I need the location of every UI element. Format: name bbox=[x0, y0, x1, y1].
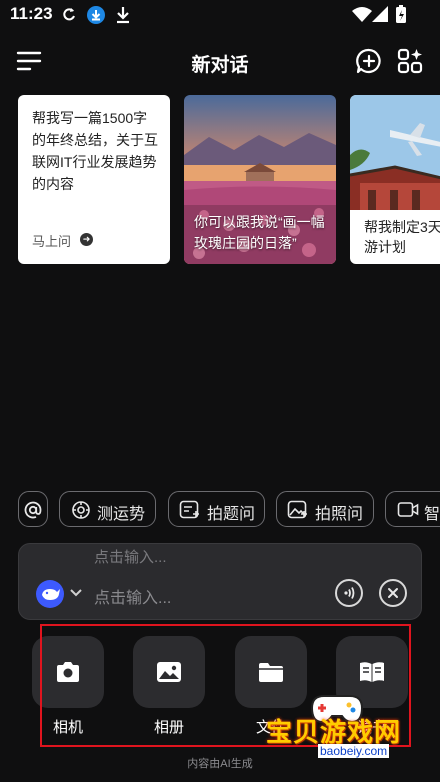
chip-label: 测运势 bbox=[97, 506, 146, 523]
status-time: 11:23 bbox=[10, 4, 53, 23]
apps-button[interactable] bbox=[396, 46, 426, 76]
at-sign-icon bbox=[24, 501, 42, 519]
image-ask-icon bbox=[287, 500, 307, 519]
chat-input-box[interactable]: 点击输入... 点击输入... bbox=[18, 543, 422, 620]
signal-icon bbox=[372, 6, 388, 22]
app-header: 新对话 bbox=[0, 40, 440, 84]
chip-label: 拍照问 bbox=[315, 506, 364, 523]
chip-smart[interactable]: 智 bbox=[385, 491, 440, 527]
chip-fortune[interactable]: 测运势 bbox=[59, 491, 156, 527]
whale-logo-icon bbox=[42, 589, 60, 600]
message-input[interactable]: 点击输入... bbox=[94, 584, 171, 608]
chip-photo-ask[interactable]: 拍照问 bbox=[276, 491, 374, 527]
suggestion-card-summary[interactable]: 帮我写一篇1500字的年终总结，关于互联网IT行业发展趋势的内容 马上问 ➜ bbox=[18, 95, 170, 264]
arrow-right-icon: ➜ bbox=[80, 233, 93, 246]
voice-wave-icon bbox=[344, 587, 355, 599]
close-tools-button[interactable] bbox=[379, 579, 407, 607]
fortune-icon bbox=[72, 501, 90, 519]
card-text: 帮我制定3天厦门旅游计划 bbox=[364, 219, 440, 255]
new-chat-button[interactable] bbox=[355, 46, 385, 76]
quick-action-bar: 测运势 拍题问 拍照问 智 bbox=[18, 491, 440, 527]
input-ghost-placeholder: 点击输入... bbox=[94, 549, 167, 566]
close-icon bbox=[388, 588, 398, 598]
mention-button[interactable] bbox=[18, 491, 48, 527]
chip-label: 拍题问 bbox=[207, 506, 256, 523]
download-app-icon bbox=[87, 6, 105, 24]
download-icon bbox=[117, 7, 129, 24]
suggestion-cards: 帮我写一篇1500字的年终总结，关于互联网IT行业发展趋势的内容 马上问 ➜ 你… bbox=[18, 95, 440, 265]
suggestion-card-rose-garden[interactable]: 你可以跟我说“画一幅玫瑰庄园的日落” bbox=[184, 95, 336, 264]
card-text: 你可以跟我说“画一幅玫瑰庄园的日落” bbox=[194, 214, 325, 251]
chevron-down-icon[interactable] bbox=[69, 588, 83, 598]
assistant-avatar[interactable] bbox=[36, 580, 64, 608]
scan-question-icon bbox=[179, 500, 199, 519]
battery-icon bbox=[396, 5, 406, 23]
voice-call-button[interactable] bbox=[335, 579, 363, 607]
apps-icon bbox=[397, 48, 423, 74]
chip-label: 智 bbox=[424, 506, 440, 523]
card-text: 帮我写一篇1500字的年终总结，关于互联网IT行业发展趋势的内容 bbox=[32, 110, 158, 192]
watermark-url: baobeiy.com bbox=[318, 744, 390, 758]
video-icon bbox=[397, 502, 419, 517]
status-bar: 11:23 bbox=[0, 0, 440, 30]
chip-photo-question[interactable]: 拍题问 bbox=[168, 491, 265, 527]
wifi-icon bbox=[352, 7, 372, 22]
ask-now-link[interactable]: 马上问 bbox=[32, 231, 71, 250]
watermark: 宝贝游戏网 baobeiy.com bbox=[262, 688, 412, 780]
new-chat-icon bbox=[356, 48, 381, 74]
sync-icon bbox=[63, 8, 75, 21]
suggestion-card-xiamen[interactable]: 帮我制定3天厦门旅游计划 bbox=[350, 95, 440, 264]
